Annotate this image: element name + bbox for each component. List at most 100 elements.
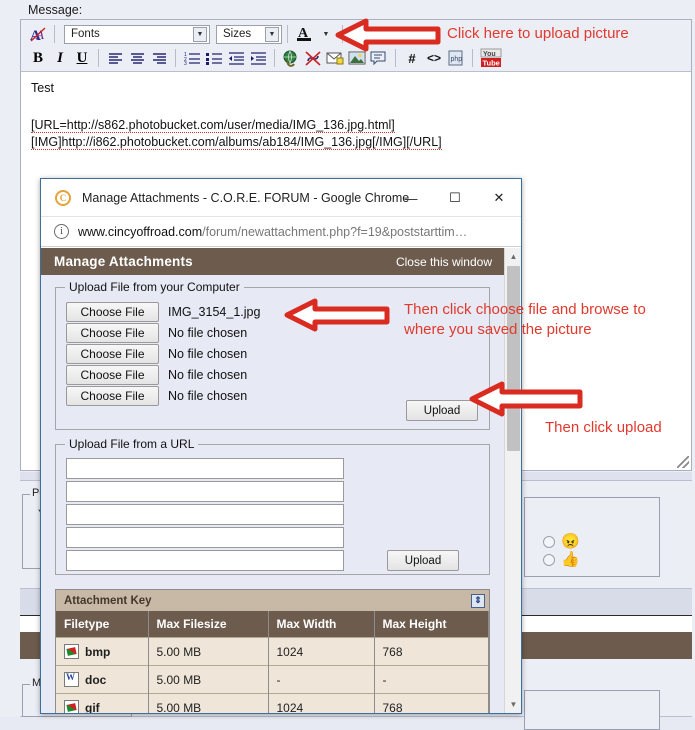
file-row: Choose File IMG_3154_1.jpg [66, 301, 479, 322]
url-input[interactable] [66, 504, 344, 525]
close-this-window-link[interactable]: Close this window [396, 255, 492, 269]
page-viewport: Manage Attachments Close this window Upl… [41, 248, 521, 713]
radio-button[interactable] [543, 553, 555, 566]
insert-code-hash-button[interactable]: # [401, 47, 423, 69]
url-input[interactable] [66, 458, 344, 479]
radio-button[interactable] [543, 535, 555, 548]
cell-max-filesize: 5.00 MB [148, 665, 269, 694]
chevron-down-icon[interactable]: ▼ [193, 26, 207, 42]
insert-email-button[interactable] [324, 47, 346, 69]
ordered-list-button[interactable]: 1 2 3 [181, 47, 203, 69]
upload-file-button[interactable]: Upload [406, 400, 478, 421]
unordered-list-button[interactable] [203, 47, 225, 69]
scroll-down-arrow-icon[interactable]: ▼ [505, 696, 522, 713]
align-left-button[interactable] [104, 47, 126, 69]
window-title-bar[interactable]: C Manage Attachments - C.O.R.E. FORUM - … [41, 179, 521, 217]
file-name-label: No file chosen [168, 325, 248, 340]
cell-filetype: gif [56, 693, 149, 713]
insert-video-button[interactable]: You Tube [478, 47, 504, 69]
size-select[interactable]: Sizes ▼ [216, 24, 282, 44]
insert-link-button[interactable] [280, 47, 302, 69]
underline-button[interactable]: U [71, 47, 93, 69]
chrome-popup-window[interactable]: C Manage Attachments - C.O.R.E. FORUM - … [40, 178, 522, 714]
thumbs-up-icon: 👍 [561, 551, 580, 568]
maximize-icon[interactable]: ☐ [433, 179, 477, 217]
choose-file-button[interactable]: Choose File [66, 364, 159, 385]
window-controls: — ☐ ✕ [389, 179, 521, 217]
scrollbar-thumb[interactable] [507, 266, 520, 451]
collapse-icon[interactable]: ⇕ [471, 593, 485, 608]
outdent-button[interactable] [225, 47, 247, 69]
bold-button[interactable]: B [27, 47, 49, 69]
remove-link-button[interactable] [302, 47, 324, 69]
site-favicon-icon: C [55, 189, 71, 206]
toolbar-row-1: A A Fonts ▼ Sizes ▼ A ▼ ▼ ▼ [27, 22, 436, 46]
smilie-dropdown-icon[interactable]: ▼ [370, 23, 392, 45]
svg-text:You: You [483, 51, 496, 58]
scroll-up-arrow-icon[interactable]: ▲ [505, 248, 522, 265]
attachment-dropdown-icon[interactable]: ▼ [414, 23, 436, 45]
svg-text:Tube: Tube [483, 59, 500, 68]
url-path: /forum/newattachment.php?f=19&poststartt… [202, 224, 468, 239]
manage-attachments-header: Manage Attachments Close this window [41, 248, 504, 275]
upload-url-button[interactable]: Upload [387, 550, 459, 571]
message-line: Test [31, 81, 54, 95]
cell-filetype: bmp [56, 637, 149, 666]
svg-text:php: php [451, 56, 463, 63]
address-bar[interactable]: i www.cincyoffroad.com/forum/newattachme… [41, 217, 521, 247]
cell-max-filesize: 5.00 MB [148, 637, 269, 666]
attachment-key-title: Attachment Key [64, 594, 152, 607]
message-label: Message: [28, 3, 83, 17]
remove-formatting-icon[interactable]: A A [27, 23, 49, 45]
column-header-max-height: Max Height [374, 611, 489, 638]
word-doc-icon [64, 672, 79, 687]
address-bar-url: www.cincyoffroad.com/forum/newattachment… [78, 225, 467, 239]
rating-option-positive[interactable]: 👍 [543, 552, 580, 567]
file-row: Choose File No file chosen [66, 322, 479, 343]
table-row: gif 5.00 MB 1024 768 [56, 693, 489, 713]
attachment-key-table: Filetype Max Filesize Max Width Max Heig… [56, 611, 489, 713]
url-input[interactable] [66, 481, 344, 502]
choose-file-button[interactable]: Choose File [66, 322, 159, 343]
cell-max-height: - [374, 665, 489, 694]
vertical-scrollbar[interactable]: ▲ ▼ [504, 248, 521, 713]
toolbar-divider [274, 49, 275, 67]
textarea-resize-handle[interactable] [677, 456, 689, 468]
choose-file-button[interactable]: Choose File [66, 343, 159, 364]
close-icon[interactable]: ✕ [477, 179, 521, 217]
smilie-icon[interactable] [348, 23, 370, 45]
upload-from-computer-legend: Upload File from your Computer [65, 280, 244, 294]
rating-option-negative[interactable]: 😠 [543, 534, 580, 549]
font-select[interactable]: Fonts ▼ [64, 24, 210, 44]
angry-face-icon: 😠 [561, 533, 580, 550]
toolbar-divider [342, 25, 343, 43]
site-info-icon[interactable]: i [54, 224, 69, 239]
file-row: Choose File No file chosen [66, 364, 479, 385]
cell-max-height: 768 [374, 637, 489, 666]
font-color-dropdown-icon[interactable]: ▼ [315, 23, 337, 45]
insert-html-button[interactable]: <> [423, 47, 445, 69]
image-file-icon [64, 700, 79, 713]
url-input[interactable] [66, 527, 344, 548]
editor-toolbar: A A Fonts ▼ Sizes ▼ A ▼ ▼ ▼ B I U 1 2 3 … [21, 20, 691, 72]
insert-php-button[interactable]: php [445, 47, 467, 69]
file-name-label: No file chosen [168, 388, 248, 403]
choose-file-button[interactable]: Choose File [66, 385, 159, 406]
insert-image-button[interactable] [346, 47, 368, 69]
toolbar-divider [98, 49, 99, 67]
column-header-filetype: Filetype [56, 611, 149, 638]
align-right-button[interactable] [148, 47, 170, 69]
align-center-button[interactable] [126, 47, 148, 69]
toolbar-divider [395, 49, 396, 67]
chevron-down-icon[interactable]: ▼ [265, 26, 279, 42]
italic-button[interactable]: I [49, 47, 71, 69]
minimize-icon[interactable]: — [389, 179, 433, 217]
indent-button[interactable] [247, 47, 269, 69]
insert-quote-button[interactable] [368, 47, 390, 69]
url-input[interactable] [66, 550, 344, 571]
file-name-label: IMG_3154_1.jpg [168, 304, 261, 319]
choose-file-button[interactable]: Choose File [66, 301, 159, 322]
font-color-icon[interactable]: A [293, 23, 315, 45]
toolbar-row-2: B I U 1 2 3 # <> php You Tube [27, 46, 504, 70]
attachment-icon[interactable] [392, 23, 414, 45]
